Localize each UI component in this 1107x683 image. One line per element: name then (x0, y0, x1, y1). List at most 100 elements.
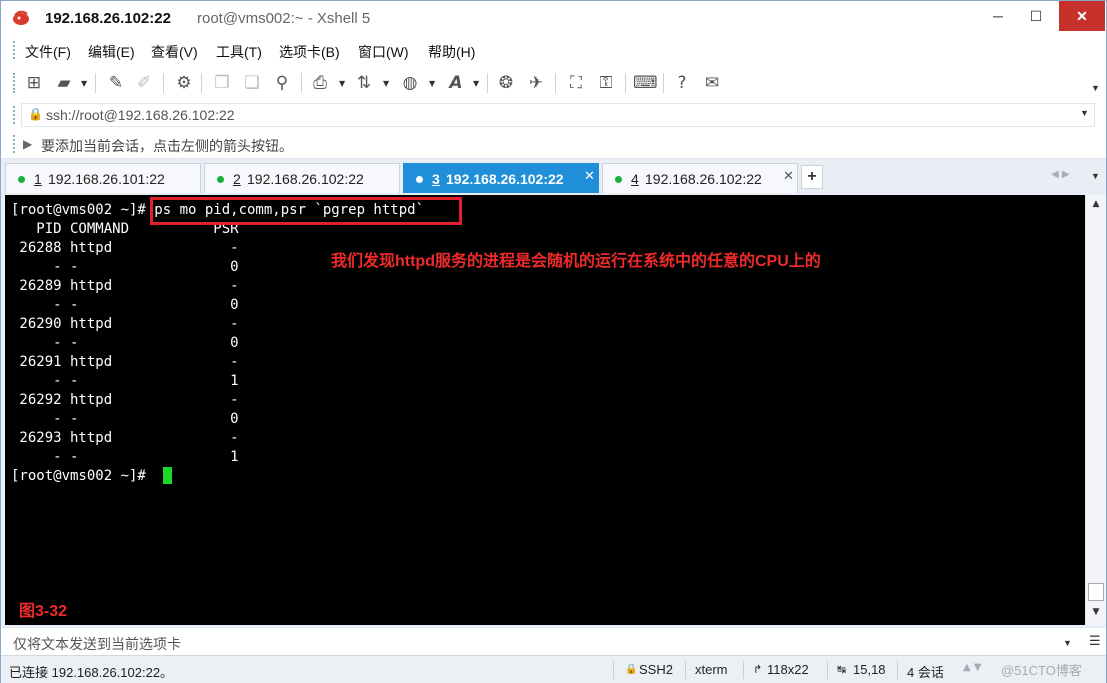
tab-host: 192.168.26.102:22 (446, 171, 564, 187)
tab-bar: 1 192.168.26.101:22 2 192.168.26.102:22 … (1, 159, 1106, 195)
menu-tabs[interactable]: 选项卡(B) (279, 42, 340, 62)
vertical-scrollbar[interactable]: ▲ ▼ (1085, 195, 1106, 625)
new-session-icon[interactable]: ⊞ (23, 72, 45, 94)
connect-icon[interactable]: ✎ (105, 72, 127, 94)
disconnect-icon[interactable]: ✐ (133, 72, 155, 94)
connected-dot-icon (217, 176, 224, 183)
find-icon[interactable]: ⚲ (271, 72, 293, 94)
connected-dot-icon (416, 176, 423, 183)
tab-host: 192.168.26.102:22 (247, 171, 364, 187)
terminal-line: 26291 httpd - (11, 354, 239, 370)
toolbar-separator (95, 73, 96, 93)
toolbar-separator (487, 73, 488, 93)
chat-icon[interactable]: ✉ (701, 72, 723, 94)
help-icon[interactable]: ? (671, 72, 693, 94)
compose-dropdown-icon[interactable]: ▼ (1063, 638, 1072, 648)
status-separator (685, 661, 686, 679)
hint-text: 要添加当前会话，点击左侧的箭头按钮。 (41, 138, 293, 154)
status-separator (827, 661, 828, 679)
session-nav-arrows-icon[interactable]: ▲ ▼ (963, 662, 982, 673)
terminal-area[interactable]: [root@vms002 ~]# ps mo pid,comm,psr `pgr… (5, 195, 1085, 625)
terminal-line: - - 0 (11, 259, 239, 275)
terminal-line: 26288 httpd - (11, 240, 239, 256)
watermark: @51CTO博客 (1001, 663, 1082, 678)
xshell-window: 192.168.26.102:22 root@vms002:~ - Xshell… (0, 0, 1107, 683)
toolbar-separator (301, 73, 302, 93)
copy-icon[interactable]: ❐ (211, 72, 233, 94)
scroll-thumb[interactable] (1088, 583, 1104, 601)
figure-label: 图3-32 (19, 603, 68, 620)
tab-host: 192.168.26.102:22 (645, 171, 762, 187)
menu-tools[interactable]: 工具(T) (216, 42, 262, 62)
terminal-line: - - 0 (11, 297, 239, 313)
compose-bar: 仅将文本发送到当前选项卡 ▼ ☰ (1, 627, 1106, 655)
terminal-line: 26292 httpd - (11, 392, 239, 408)
connected-dot-icon (18, 176, 25, 183)
address-field[interactable]: 🔒 ssh://root@192.168.26.102:22 ▼ (21, 103, 1095, 127)
tab-number: 3 (432, 171, 440, 187)
terminal-line: 26290 httpd - (11, 316, 239, 332)
compose-input[interactable]: 仅将文本发送到当前选项卡 ▼ (5, 630, 1081, 654)
add-session-arrow-icon[interactable]: ▶ (23, 137, 32, 151)
maximize-button[interactable]: ☐ (1019, 1, 1053, 31)
keyboard-icon[interactable]: ⌨ (633, 72, 658, 94)
menu-window[interactable]: 窗口(W) (358, 42, 409, 62)
cursor-position-icon: ↹ (837, 663, 847, 676)
tab-session-4[interactable]: 4 192.168.26.102:22 ✕ (602, 163, 798, 193)
terminal-cursor (163, 467, 172, 484)
xshell-app-icon (13, 10, 29, 25)
tab-close-icon[interactable]: ✕ (783, 169, 794, 184)
print-dropdown-icon[interactable]: ▼ (339, 79, 345, 88)
xftp-icon[interactable]: ❂ (495, 72, 517, 94)
xmanager-icon[interactable]: ✈ (525, 72, 547, 94)
open-dropdown-icon[interactable]: ▼ (81, 79, 87, 88)
open-folder-icon[interactable]: ▰ (53, 72, 75, 94)
scroll-down-icon[interactable]: ▼ (1086, 607, 1106, 617)
status-terminal-type: xterm (695, 662, 728, 677)
paste-icon[interactable]: ❏ (241, 72, 263, 94)
status-separator (743, 661, 744, 679)
toolbar-separator (163, 73, 164, 93)
menu-help[interactable]: 帮助(H) (428, 42, 475, 62)
menu-view[interactable]: 查看(V) (151, 42, 198, 62)
status-protocol: SSH2 (639, 662, 673, 677)
command-highlight-box (150, 197, 462, 225)
lock-icon[interactable]: ⚿ (595, 72, 617, 94)
status-session-count: 4 会话 (907, 665, 944, 680)
scroll-up-icon[interactable]: ▲ (1086, 199, 1106, 209)
window-title: root@vms002:~ - Xshell 5 (197, 10, 371, 27)
globe-dropdown-icon[interactable]: ▼ (429, 79, 435, 88)
toolbar-separator (555, 73, 556, 93)
print-icon[interactable]: ⎙ (309, 72, 331, 94)
transfer-dropdown-icon[interactable]: ▼ (383, 79, 389, 88)
status-separator (613, 661, 614, 679)
close-button[interactable]: ✕ (1059, 1, 1105, 31)
toolbar-separator (625, 73, 626, 93)
tab-session-2[interactable]: 2 192.168.26.102:22 (204, 163, 400, 193)
address-text[interactable]: ssh://root@192.168.26.102:22 (46, 107, 235, 123)
font-dropdown-icon[interactable]: ▼ (473, 79, 479, 88)
fullscreen-icon[interactable]: ⛶ (565, 72, 587, 94)
menu-file[interactable]: 文件(F) (25, 42, 71, 62)
globe-icon[interactable]: ◍ (399, 72, 421, 94)
tab-session-1[interactable]: 1 192.168.26.101:22 (5, 163, 201, 193)
tab-close-icon[interactable]: ✕ (584, 169, 595, 184)
font-icon[interactable]: A (445, 72, 467, 94)
addressbar-grip (13, 106, 16, 124)
tab-list-dropdown-icon[interactable]: ▼ (1091, 171, 1100, 181)
tab-scroll-arrows-icon[interactable]: ◀ ▶ (1051, 169, 1070, 180)
connected-dot-icon (615, 176, 622, 183)
compose-menu-icon[interactable]: ☰ (1089, 634, 1101, 649)
status-separator (897, 661, 898, 679)
tab-session-3[interactable]: 3 192.168.26.102:22 ✕ (403, 163, 599, 193)
terminal-line: 26289 httpd - (11, 278, 239, 294)
terminal-line: - - 0 (11, 411, 239, 427)
transfer-icon[interactable]: ⇅ (353, 72, 375, 94)
toolbar-overflow-icon[interactable]: ▼ (1091, 83, 1100, 93)
address-dropdown-icon[interactable]: ▼ (1080, 108, 1089, 118)
address-bar: 🔒 ssh://root@192.168.26.102:22 ▼ (1, 101, 1106, 129)
menu-edit[interactable]: 编辑(E) (88, 42, 135, 62)
new-tab-button[interactable]: + (801, 165, 823, 189)
minimize-button[interactable]: ─ (981, 1, 1015, 31)
properties-icon[interactable]: ⚙ (173, 72, 195, 94)
